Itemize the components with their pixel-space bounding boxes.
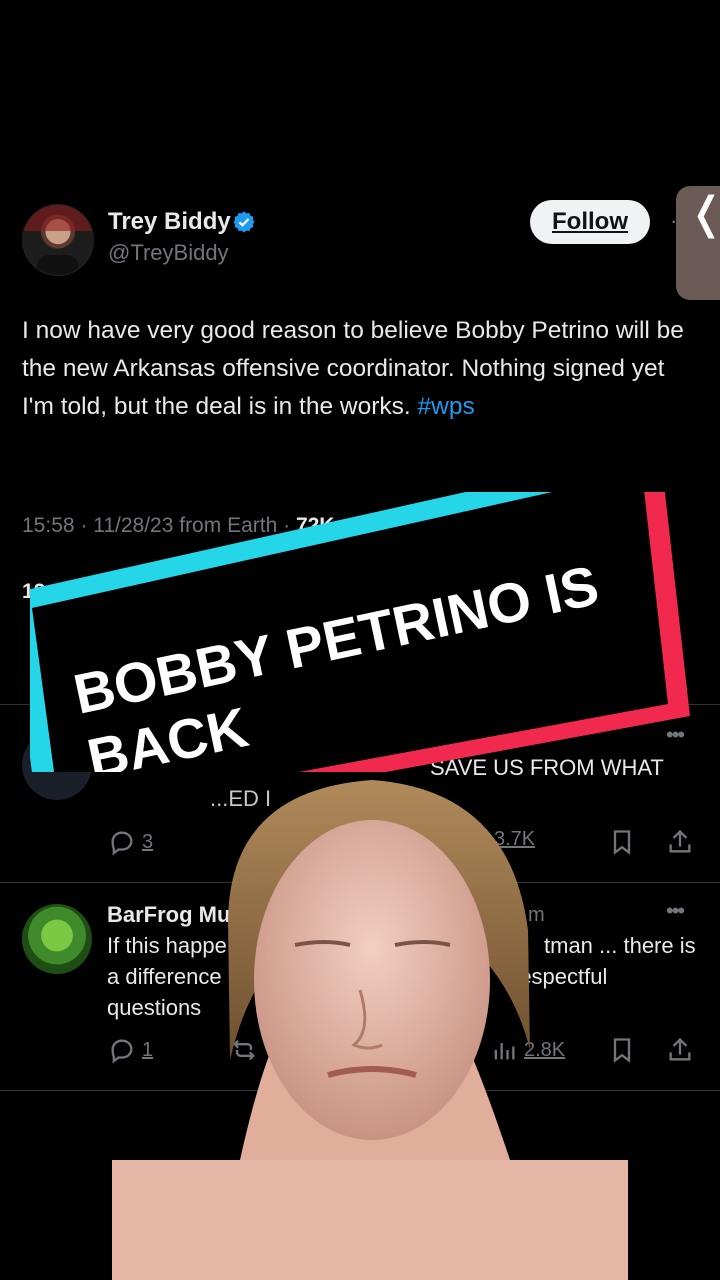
tweet-text: I now have very good reason to believe B…: [22, 312, 702, 426]
share-action[interactable]: [666, 828, 694, 856]
author-handle[interactable]: @TreyBiddy: [108, 240, 229, 266]
follow-button[interactable]: Follow: [530, 200, 650, 244]
headline-banner: BOBBY PETRINO IS BACK: [30, 492, 690, 772]
more-icon[interactable]: •••: [666, 898, 685, 924]
creator-photo-cutout: [112, 780, 628, 1280]
tweet-text-main: I now have very good reason to believe B…: [22, 317, 684, 420]
author-name[interactable]: Trey Biddy: [108, 208, 231, 236]
share-action[interactable]: [666, 1036, 694, 1064]
avatar[interactable]: [22, 204, 94, 276]
verified-badge-icon: [233, 211, 255, 233]
avatar[interactable]: [22, 904, 92, 974]
share-icon: [669, 1037, 691, 1061]
tweet-header: Trey Biddy @TreyBiddy Follow ·: [22, 200, 712, 280]
more-icon[interactable]: ·: [670, 208, 677, 234]
hashtag-link[interactable]: #wps: [418, 393, 475, 420]
share-icon: [669, 829, 691, 853]
